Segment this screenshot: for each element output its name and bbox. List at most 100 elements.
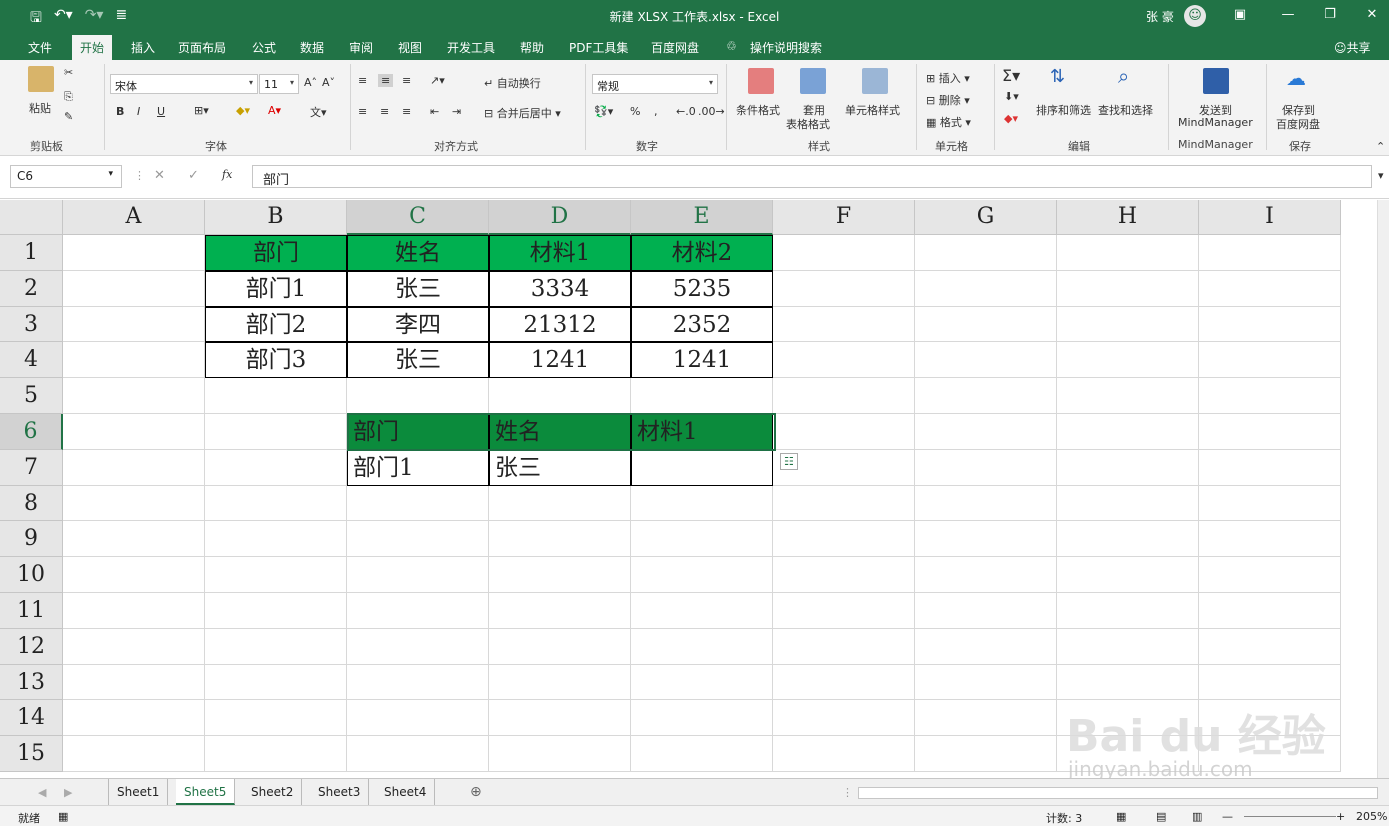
grid-cell[interactable]	[1057, 270, 1199, 307]
row-header-14[interactable]: 14	[0, 700, 63, 737]
formula-input[interactable]: 部门	[252, 165, 1372, 188]
worksheet-grid[interactable]: ABCDEFGHI 1 2 3 4 5 6 7 8 9 10 11 12 13 14 15 部门 姓名 材料1 材…	[0, 200, 1389, 778]
mindmanager-icon[interactable]	[1203, 68, 1229, 94]
sort-filter-icon[interactable]: ⇅	[1050, 66, 1065, 87]
table1-data-cell[interactable]: 张三	[347, 270, 489, 307]
tab-formulas[interactable]: 公式	[252, 39, 276, 56]
row-header-8[interactable]: 8	[0, 485, 63, 522]
grid-cell[interactable]	[1057, 593, 1199, 629]
grid-cell[interactable]	[773, 628, 915, 665]
grid-cell[interactable]	[1057, 449, 1199, 486]
collapse-ribbon-icon[interactable]: ⌃	[1376, 140, 1385, 153]
grid-cell[interactable]	[205, 593, 347, 629]
grid-cell[interactable]	[205, 664, 347, 701]
merge-center-button[interactable]: ⊟ 合并后居中 ▾	[484, 105, 561, 121]
grid-cell[interactable]	[631, 485, 773, 522]
grid-cell[interactable]	[631, 736, 773, 772]
tab-developer[interactable]: 开发工具	[447, 39, 495, 56]
grid-cell[interactable]	[205, 521, 347, 558]
grid-cell[interactable]	[773, 306, 915, 343]
zoom-level[interactable]: 205%	[1356, 810, 1387, 823]
row-header-2[interactable]: 2	[0, 270, 63, 307]
grid-cell[interactable]	[1057, 557, 1199, 593]
grid-cell[interactable]	[1199, 449, 1341, 486]
grid-cell[interactable]	[631, 628, 773, 665]
grid-cell[interactable]	[1199, 628, 1341, 665]
tab-view[interactable]: 视图	[398, 39, 422, 56]
grid-cell[interactable]	[915, 557, 1057, 593]
row-header-6[interactable]: 6	[0, 414, 63, 450]
cut-icon[interactable]: ✂	[64, 66, 73, 79]
grid-cell[interactable]	[631, 378, 773, 414]
font-color-icon[interactable]: A▾	[268, 104, 281, 117]
table1-header-cell[interactable]: 部门	[205, 235, 347, 271]
grid-cell[interactable]	[1057, 342, 1199, 379]
page-break-view-icon[interactable]: ▥	[1192, 810, 1202, 823]
grid-cell[interactable]	[63, 700, 205, 737]
restore-icon[interactable]: ❐	[1320, 7, 1340, 22]
clear-icon[interactable]: ◆▾	[1004, 112, 1018, 125]
tab-pdf-tools[interactable]: PDF工具集	[569, 39, 628, 56]
grid-cell[interactable]	[489, 557, 631, 593]
table1-data-cell[interactable]: 部门1	[205, 270, 347, 307]
autosum-icon[interactable]: Σ▾	[1002, 66, 1020, 85]
grid-cell[interactable]	[63, 270, 205, 307]
font-name-combo[interactable]: 宋体 ▾	[110, 74, 258, 94]
grid-cell[interactable]	[347, 664, 489, 701]
decrease-indent-icon[interactable]: ⇤	[430, 105, 439, 118]
grid-cell[interactable]	[63, 628, 205, 665]
name-box[interactable]: C6 ▾	[10, 165, 122, 188]
expand-formula-icon[interactable]: ▾	[1378, 169, 1384, 182]
column-header-i[interactable]: I	[1199, 200, 1341, 235]
row-header-4[interactable]: 4	[0, 342, 63, 379]
comma-button[interactable]: ,	[654, 105, 658, 118]
normal-view-icon[interactable]: ▦	[1116, 810, 1126, 823]
grid-cell[interactable]	[631, 557, 773, 593]
wrap-text-button[interactable]: ↵ 自动换行	[484, 75, 541, 91]
grid-cell[interactable]	[773, 270, 915, 307]
column-header-e[interactable]: E	[631, 200, 773, 235]
grid-cell[interactable]	[915, 414, 1057, 450]
table1-header-cell[interactable]: 材料1	[489, 235, 631, 271]
macro-record-icon[interactable]: ▦	[58, 810, 68, 823]
grid-cell[interactable]	[347, 485, 489, 522]
table1-data-cell[interactable]: 2352	[631, 306, 773, 343]
table1-data-cell[interactable]: 21312	[489, 306, 631, 343]
grid-cell[interactable]	[1199, 593, 1341, 629]
grid-cell[interactable]	[205, 700, 347, 737]
grid-cell[interactable]	[63, 485, 205, 522]
grid-cell[interactable]	[915, 700, 1057, 737]
increase-indent-icon[interactable]: ⇥	[452, 105, 461, 118]
grid-cell[interactable]	[489, 593, 631, 629]
column-header-g[interactable]: G	[915, 200, 1057, 235]
paste-icon[interactable]	[28, 66, 54, 92]
grid-cell[interactable]	[489, 521, 631, 558]
row-header-10[interactable]: 10	[0, 557, 63, 593]
table1-header-cell[interactable]: 姓名	[347, 235, 489, 271]
grid-cell[interactable]	[1057, 664, 1199, 701]
grid-cell[interactable]	[347, 378, 489, 414]
grid-cell[interactable]	[1057, 414, 1199, 450]
grid-cell[interactable]	[1199, 342, 1341, 379]
close-icon[interactable]: ✕	[1362, 7, 1382, 22]
sheet-tab-sheet5[interactable]: Sheet5	[176, 779, 236, 805]
grid-cell[interactable]	[489, 485, 631, 522]
fill-icon[interactable]: ⬇▾	[1004, 90, 1019, 103]
grid-cell[interactable]	[1057, 485, 1199, 522]
grid-cell[interactable]	[205, 628, 347, 665]
tab-split-icon[interactable]: ⋮	[842, 786, 853, 799]
grid-cell[interactable]	[915, 306, 1057, 343]
grid-cell[interactable]	[63, 306, 205, 343]
grid-cell[interactable]	[1199, 664, 1341, 701]
row-header-11[interactable]: 11	[0, 593, 63, 629]
grid-cell[interactable]	[773, 414, 915, 450]
grid-cell[interactable]	[489, 700, 631, 737]
grid-cell[interactable]	[205, 414, 347, 450]
underline-button[interactable]: U	[157, 105, 165, 118]
grid-cell[interactable]	[773, 235, 915, 271]
table1-data-cell[interactable]: 5235	[631, 270, 773, 307]
grid-cell[interactable]	[773, 557, 915, 593]
insert-function-button[interactable]: fx	[222, 168, 232, 181]
ribbon-display-icon[interactable]: ▣	[1230, 7, 1250, 22]
grid-cell[interactable]	[1057, 521, 1199, 558]
